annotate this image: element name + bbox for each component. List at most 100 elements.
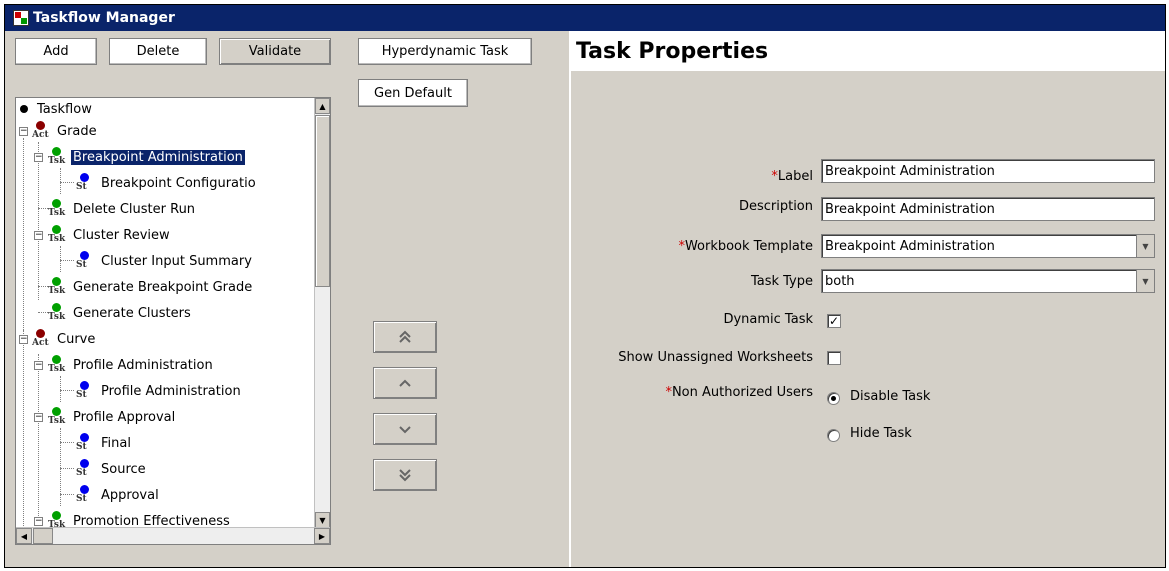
activity-icon: Act [30,328,52,350]
collapse-icon[interactable]: − [34,413,43,422]
tree-content: Taskflow − Act Grade − Tsk Breakpoint Ad… [16,98,316,528]
tree-node-breakpoint-administration[interactable]: Tsk Breakpoint Administration [46,146,245,168]
chevron-down-icon[interactable]: ▼ [1136,235,1154,257]
show-unassigned-checkbox[interactable] [827,351,841,365]
move-to-bottom-button[interactable] [373,459,437,491]
window-title: Taskflow Manager [33,10,175,26]
tree-node-label: Cluster Input Summary [101,253,252,269]
tree-node-cluster-input-summary[interactable]: St Cluster Input Summary [74,250,254,272]
root-node-icon [18,98,32,120]
scroll-thumb[interactable] [33,528,53,544]
tree-node-generate-clusters[interactable]: Tsk Generate Clusters [46,302,193,324]
tree-node-label: Profile Approval [73,409,176,425]
description-field-label: Description [738,199,813,214]
tree-node-label: Generate Clusters [73,305,191,321]
dynamic-task-checkbox[interactable]: ✓ [827,314,841,328]
gen-default-button[interactable]: Gen Default [358,79,468,107]
tree-node-source[interactable]: St Source [74,458,148,480]
tree-node-cluster-review[interactable]: Tsk Cluster Review [46,224,172,246]
collapse-icon[interactable]: − [34,517,43,526]
label-input[interactable]: Breakpoint Administration [821,159,1155,183]
show-unassigned-label: Show Unassigned Worksheets [618,350,813,365]
collapse-icon[interactable]: − [34,231,43,240]
workbook-template-label: *Workbook Template [678,239,813,254]
move-to-top-button[interactable] [373,321,437,353]
dynamic-task-label: Dynamic Task [723,312,813,327]
scroll-thumb[interactable] [315,115,330,287]
tree-node-delete-cluster-run[interactable]: Tsk Delete Cluster Run [46,198,197,220]
step-icon: St [74,250,96,272]
collapse-icon[interactable]: − [34,361,43,370]
task-icon: Tsk [46,224,68,246]
tree-node-label: Generate Breakpoint Grade [73,279,253,295]
hyperdynamic-task-button[interactable]: Hyperdynamic Task [358,38,532,65]
task-type-value: both [825,273,855,289]
task-icon: Tsk [46,276,68,298]
workbook-template-value: Breakpoint Administration [825,238,995,254]
scroll-up-icon[interactable]: ▲ [315,98,330,114]
tree-node-promotion-effectiveness[interactable]: Tsk Promotion Effectiveness [46,510,232,528]
disable-task-radio[interactable] [827,392,840,405]
tree-node-label: Profile Administration [101,383,241,399]
task-icon: Tsk [46,198,68,220]
scroll-down-icon[interactable]: ▼ [315,512,330,528]
tree-node-profile-administration-step[interactable]: St Profile Administration [74,380,243,402]
collapse-icon[interactable]: − [34,153,43,162]
tree-node-label: Source [101,461,146,477]
properties-title: Task Properties [571,31,1165,71]
tree-node-profile-administration[interactable]: Tsk Profile Administration [46,354,215,376]
tree-node-grade[interactable]: Act Grade [30,120,99,142]
activity-icon: Act [30,120,52,142]
delete-button[interactable]: Delete [109,38,207,65]
scroll-right-icon[interactable]: ▶ [314,528,330,544]
description-input[interactable]: Breakpoint Administration [821,197,1155,221]
label-field-label: *Label [771,169,813,184]
add-button[interactable]: Add [15,38,97,65]
tree-vertical-scrollbar[interactable]: ▲ ▼ [314,98,330,528]
non-authorized-users-label: *Non Authorized Users [665,385,813,400]
tree-node-approval[interactable]: St Approval [74,484,161,506]
tree-node-profile-approval[interactable]: Tsk Profile Approval [46,406,177,428]
title-bar[interactable]: Taskflow Manager [5,5,1165,31]
tree-node-label: Delete Cluster Run [73,201,196,217]
workbook-template-select[interactable]: Breakpoint Administration ▼ [821,234,1155,258]
task-icon: Tsk [46,354,68,376]
task-properties-panel: Task Properties *Label Breakpoint Admini… [569,31,1165,567]
task-type-label: Task Type [750,274,813,289]
task-type-select[interactable]: both ▼ [821,269,1155,293]
tree-node-label: Taskflow [37,101,92,117]
step-icon: St [74,432,96,454]
tree-node-label: Final [101,435,131,451]
taskflow-panel: Add Delete Validate Taskflow − Act Grade… [5,31,350,567]
tree-node-generate-breakpoint-grade[interactable]: Tsk Generate Breakpoint Grade [46,276,254,298]
app-icon [13,10,29,26]
move-down-button[interactable] [373,413,437,445]
task-icon: Tsk [46,510,68,528]
down-chevron-icon [399,426,411,434]
disable-task-label: Disable Task [850,389,931,404]
move-up-button[interactable] [373,367,437,399]
chevron-down-icon[interactable]: ▼ [1136,270,1154,292]
collapse-icon[interactable]: − [19,335,28,344]
tree-horizontal-scrollbar[interactable]: ◀ ▶ [16,527,330,544]
task-icon: Tsk [46,146,68,168]
tree-node-label: Profile Administration [73,357,213,373]
step-icon: St [74,172,96,194]
hide-task-label: Hide Task [850,426,912,441]
tree-node-label: Breakpoint Configuratio [101,175,256,191]
tree-node-label: Cluster Review [73,227,170,243]
tree-node-breakpoint-configuration[interactable]: St Breakpoint Configuratio [74,172,258,194]
validate-button[interactable]: Validate [219,38,331,65]
collapse-icon[interactable]: − [19,127,28,136]
taskflow-manager-window: Taskflow Manager Add Delete Validate Tas… [4,4,1166,568]
tree-node-final[interactable]: St Final [74,432,133,454]
up-chevron-icon [399,379,411,387]
taskflow-tree[interactable]: Taskflow − Act Grade − Tsk Breakpoint Ad… [15,97,331,545]
scroll-left-icon[interactable]: ◀ [16,528,32,544]
tree-node-taskflow[interactable]: Taskflow [18,98,94,120]
tree-node-label: Approval [101,487,159,503]
hide-task-radio[interactable] [827,429,840,442]
task-icon: Tsk [46,406,68,428]
tree-node-curve[interactable]: Act Curve [30,328,97,350]
task-actions-column: Hyperdynamic Task Gen Default [350,31,568,567]
